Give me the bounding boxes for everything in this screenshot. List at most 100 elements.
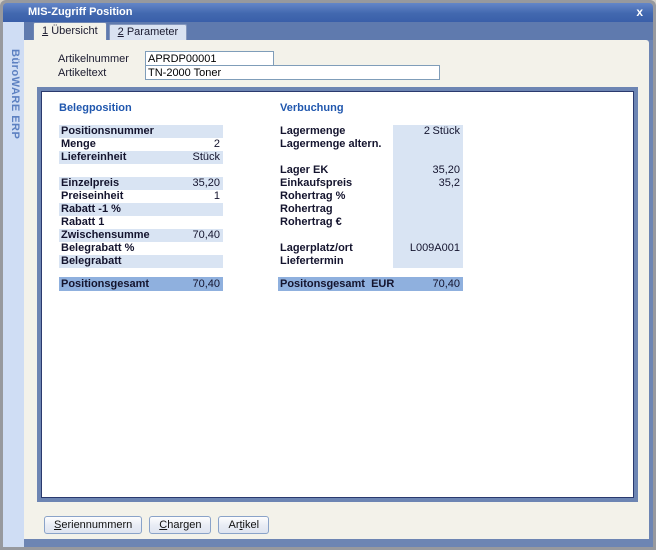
position-panel: Belegposition Verbuchung Positionsnummer… <box>41 91 634 498</box>
row-value: 2 <box>160 138 223 151</box>
table-row: Rohertrag % <box>280 190 463 203</box>
row-label: Rohertrag € <box>280 216 393 229</box>
table-row: LiefereinheitStück <box>59 151 223 164</box>
row-label: Lagermenge altern. <box>280 138 393 151</box>
row-value <box>393 138 463 151</box>
row-value: 35,20 <box>393 164 463 177</box>
row-value <box>160 255 223 268</box>
row-value: 1 <box>160 190 223 203</box>
row-value <box>160 125 223 138</box>
row-value-cell: 35,2 <box>393 177 463 190</box>
row-value-cell <box>393 216 463 229</box>
content-area: Artikelnummer Artikeltext Belegposition … <box>24 40 649 539</box>
artikeltext-input[interactable] <box>145 65 440 80</box>
brand-sidebar: BüroWARE ERP <box>3 22 24 547</box>
row-label <box>59 164 160 177</box>
row-unit: Stück <box>430 125 463 138</box>
table-row: Positionsnummer <box>59 125 223 138</box>
belegposition-header: Belegposition <box>59 102 132 114</box>
total-value: 70,40 <box>160 277 223 291</box>
row-value <box>393 203 463 216</box>
titlebar[interactable]: MIS-Zugriff Position x <box>3 3 653 22</box>
row-value-cell: 2Stück <box>393 125 463 138</box>
table-row: Einkaufspreis35,2 <box>280 177 463 190</box>
seriennummern-button[interactable]: Seriennummern <box>44 516 142 534</box>
row-value <box>393 216 463 229</box>
table-row: Belegrabatt % <box>59 242 223 255</box>
table-row: Einzelpreis35,20 <box>59 177 223 190</box>
row-label: Belegrabatt % <box>59 242 160 255</box>
tab-uebersicht[interactable]: 1 Übersicht <box>33 22 107 40</box>
table-row: Liefertermin <box>280 255 463 268</box>
row-label: Belegrabatt <box>59 255 160 268</box>
row-value-cell <box>393 255 463 268</box>
button-label-part: hargen <box>167 519 201 531</box>
total-label: Positionsgesamt <box>59 277 160 291</box>
artikel-button[interactable]: Artikel <box>218 516 269 534</box>
table-row: Rohertrag <box>280 203 463 216</box>
row-value: 35,2 <box>393 177 463 190</box>
artikeltext-label: Artikeltext <box>58 67 106 79</box>
row-value <box>160 203 223 216</box>
total-label: Positonsgesamt EUR <box>278 277 400 291</box>
row-label: Positionsnummer <box>59 125 160 138</box>
window-body: BüroWARE ERP 1 Übersicht 2 Parameter Art… <box>3 22 653 547</box>
button-label-part: Ar <box>228 519 239 531</box>
positionsgesamt-row: Positionsgesamt 70,40 <box>59 277 223 291</box>
tab-parameter[interactable]: 2 Parameter <box>109 24 188 40</box>
table-row <box>280 151 463 164</box>
row-value <box>160 164 223 177</box>
table-row: Zwischensumme70,40 <box>59 229 223 242</box>
table-row: Rabatt 1 <box>59 216 223 229</box>
tab-bar: 1 Übersicht 2 Parameter <box>24 22 653 40</box>
row-label: Zwischensumme <box>59 229 160 242</box>
row-value <box>393 255 463 268</box>
chargen-button[interactable]: Chargen <box>149 516 211 534</box>
row-label <box>280 229 393 242</box>
table-row: Lagermenge2Stück <box>280 125 463 138</box>
table-row: Preiseinheit1 <box>59 190 223 203</box>
row-value <box>393 190 463 203</box>
table-row: Lagerplatz/ortL009A001 <box>280 242 463 255</box>
table-row <box>59 164 223 177</box>
row-value-cell <box>393 138 463 151</box>
table-row: Rabatt -1 % <box>59 203 223 216</box>
row-value <box>160 216 223 229</box>
close-icon[interactable]: x <box>636 3 643 21</box>
table-row: Lagermenge altern. <box>280 138 463 151</box>
table-row <box>280 229 463 242</box>
tab-label: Parameter <box>127 26 178 38</box>
verbuchung-rows: Lagermenge2Stück Lagermenge altern. Lage… <box>280 125 463 268</box>
row-value <box>393 229 463 242</box>
tab-label: Übersicht <box>51 25 97 37</box>
row-label: Einzelpreis <box>59 177 160 190</box>
dialog-window: MIS-Zugriff Position x BüroWARE ERP 1 Üb… <box>0 0 656 550</box>
row-value: 2 <box>393 125 430 138</box>
row-value: 35,20 <box>160 177 223 190</box>
row-label: Rabatt -1 % <box>59 203 160 216</box>
row-value-cell <box>393 229 463 242</box>
artikelnummer-input[interactable] <box>145 51 274 66</box>
artikelnummer-label: Artikelnummer <box>58 53 129 65</box>
row-value-cell <box>393 151 463 164</box>
table-row: Menge2 <box>59 138 223 151</box>
row-label <box>280 151 393 164</box>
button-label-part: eriennummern <box>61 519 132 531</box>
row-value <box>393 151 463 164</box>
row-value-cell: L009A001 <box>393 242 463 255</box>
row-label: Lager EK <box>280 164 393 177</box>
row-value-cell: 35,20 <box>393 164 463 177</box>
table-row: Rohertrag € <box>280 216 463 229</box>
row-label: Liefertermin <box>280 255 393 268</box>
row-label: Rabatt 1 <box>59 216 160 229</box>
row-label: Lagermenge <box>280 125 393 138</box>
row-label: Liefereinheit <box>59 151 160 164</box>
brand-text: BüroWARE ERP <box>9 49 21 139</box>
belegposition-rows: Positionsnummer Menge2 LiefereinheitStüc… <box>59 125 223 268</box>
row-value-cell <box>393 203 463 216</box>
row-label: Rohertrag <box>280 203 393 216</box>
row-label: Preiseinheit <box>59 190 160 203</box>
row-label: Lagerplatz/ort <box>280 242 393 255</box>
verbuchung-header: Verbuchung <box>280 102 344 114</box>
table-row: Belegrabatt <box>59 255 223 268</box>
